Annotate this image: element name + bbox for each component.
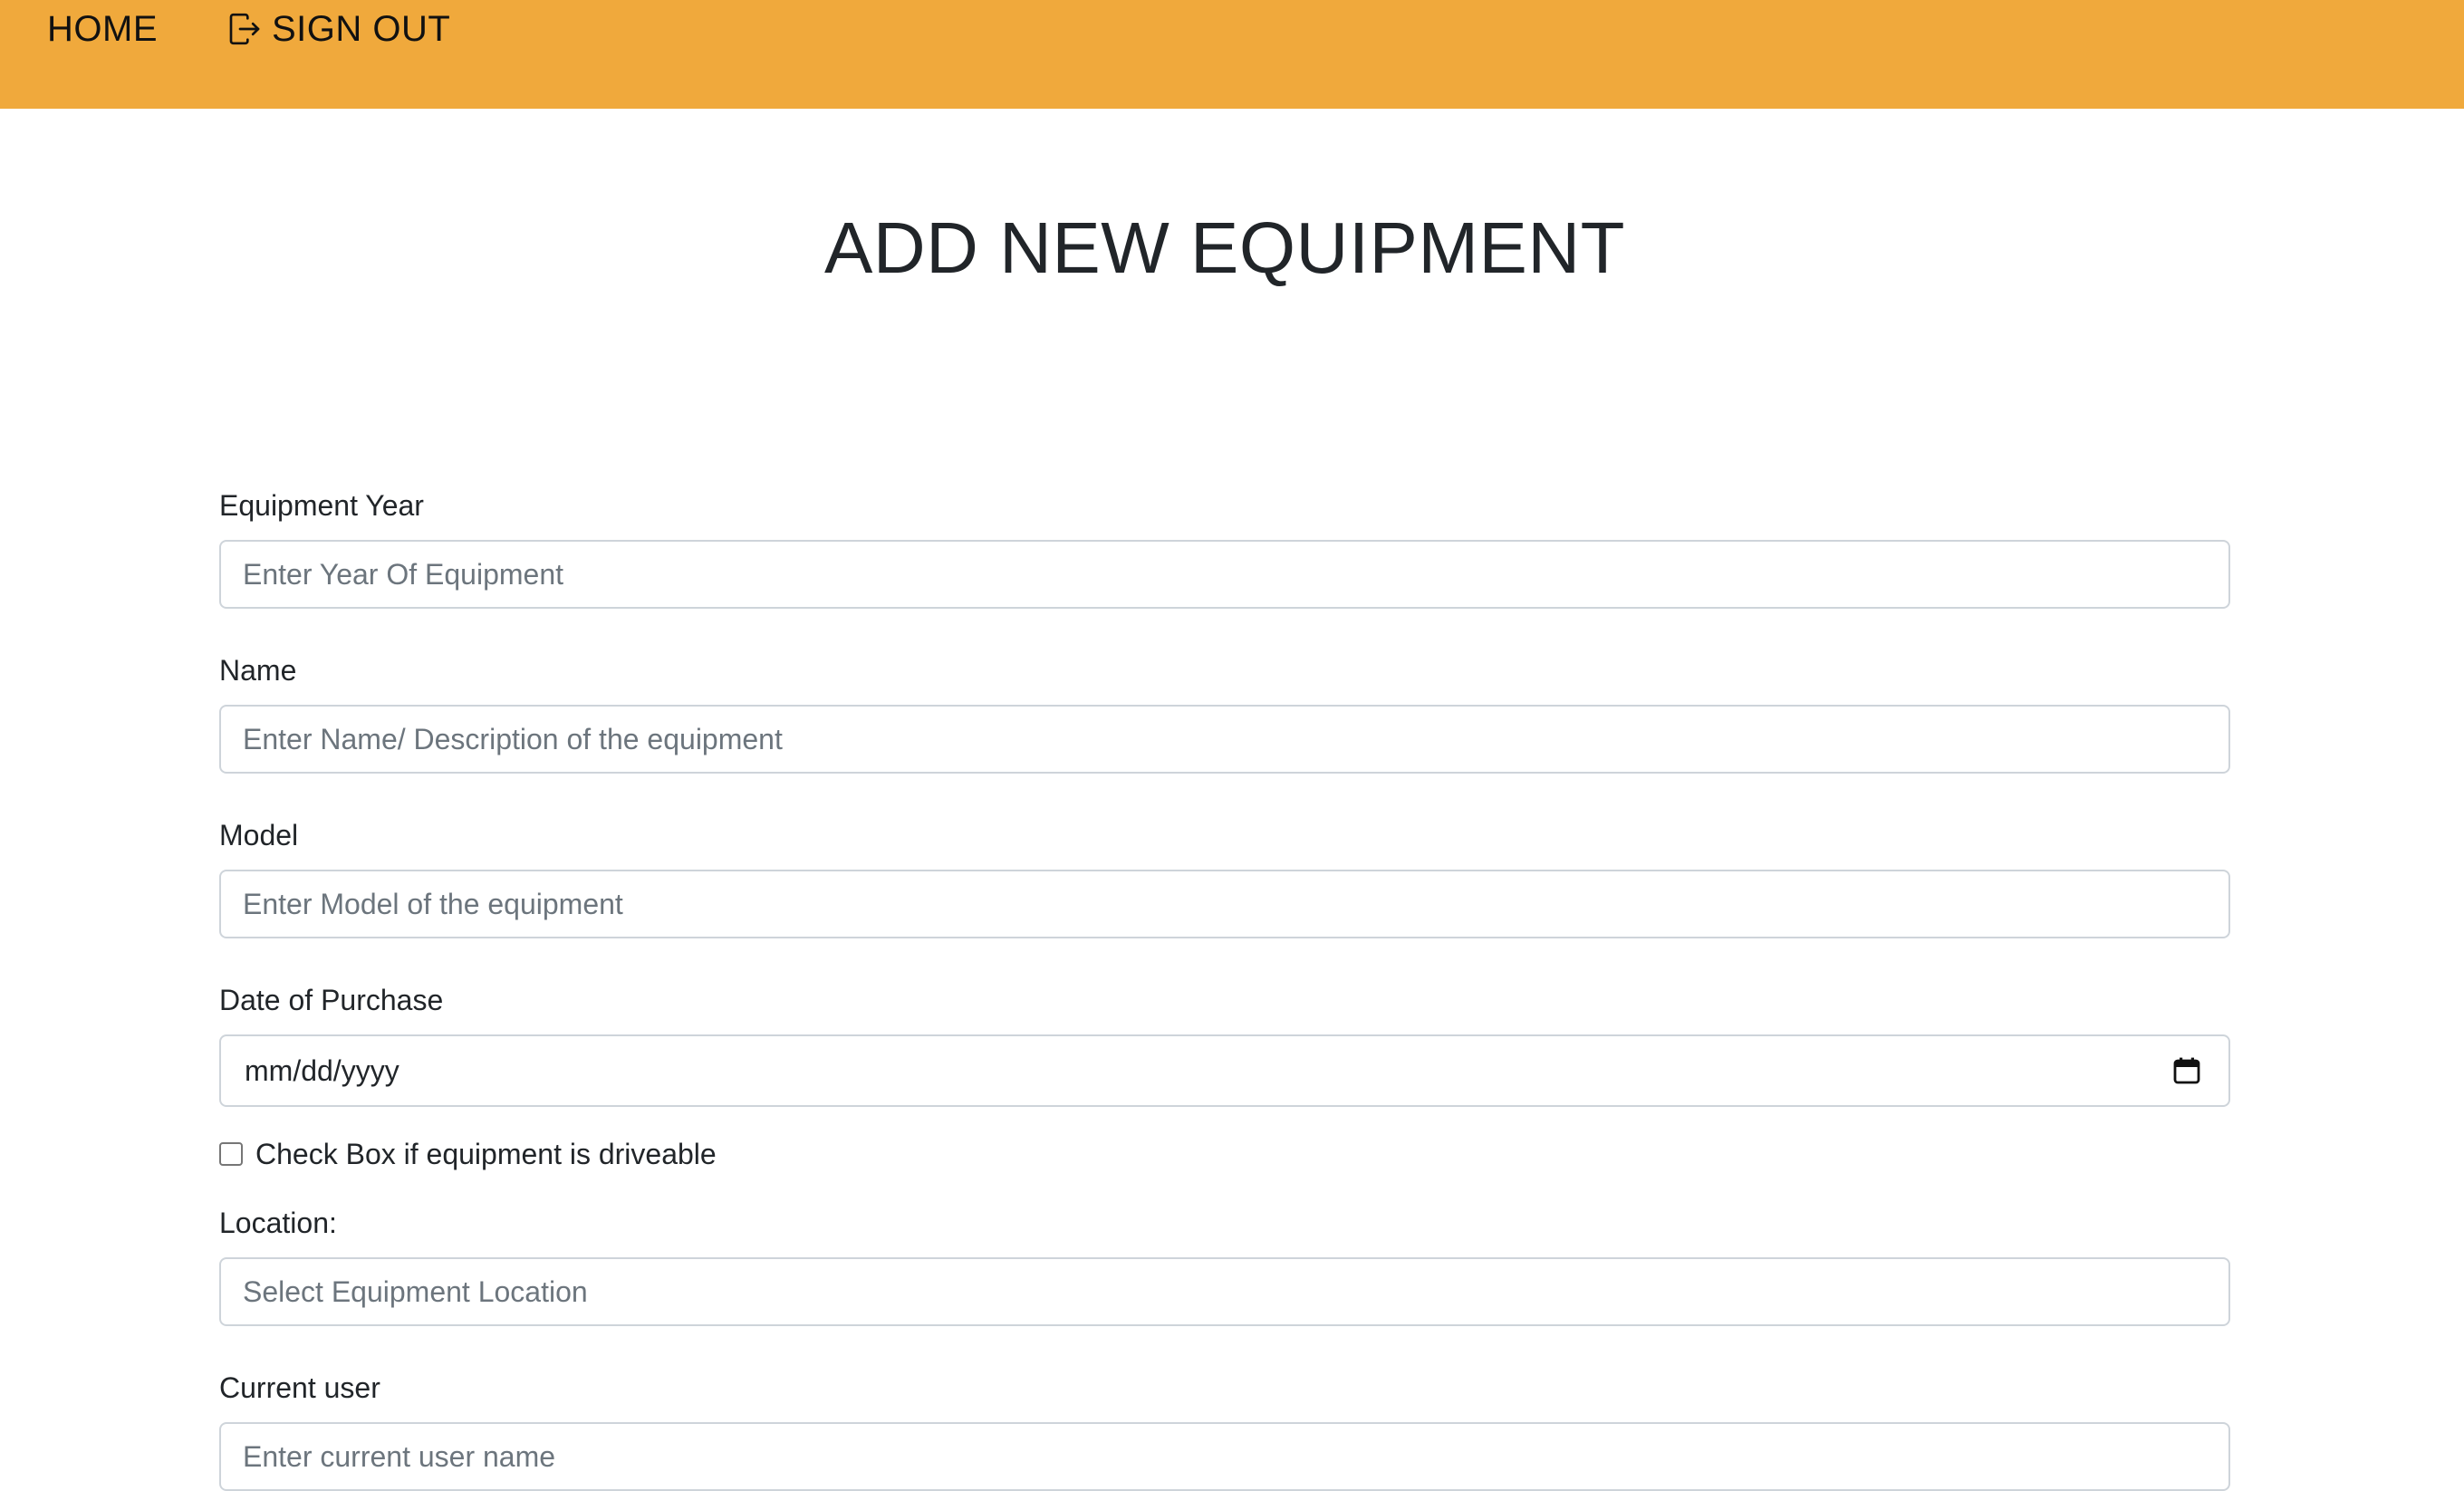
model-input[interactable] bbox=[219, 870, 2230, 938]
calendar-icon[interactable] bbox=[2172, 1056, 2201, 1085]
current-user-input[interactable] bbox=[219, 1422, 2230, 1491]
location-label: Location: bbox=[219, 1207, 337, 1239]
equipment-year-label: Equipment Year bbox=[219, 489, 424, 522]
location-group: Location: bbox=[219, 1198, 2230, 1326]
driveable-row: Check Box if equipment is driveable bbox=[219, 1127, 2230, 1181]
current-user-group: Current user bbox=[219, 1362, 2230, 1491]
model-group: Model bbox=[219, 810, 2230, 938]
sign-out-label: SIGN OUT bbox=[272, 8, 451, 49]
purchase-date-input[interactable]: mm/dd/yyyy bbox=[219, 1034, 2230, 1107]
name-label: Name bbox=[219, 654, 297, 687]
equipment-year-input[interactable] bbox=[219, 540, 2230, 609]
sign-out-icon bbox=[225, 9, 265, 49]
location-input[interactable] bbox=[219, 1257, 2230, 1326]
name-group: Name bbox=[219, 645, 2230, 774]
purchase-date-label: Date of Purchase bbox=[219, 984, 444, 1016]
add-equipment-form: Equipment Year Name Model Date of Purcha… bbox=[219, 480, 2230, 1491]
home-link-label: HOME bbox=[47, 8, 158, 49]
current-user-label: Current user bbox=[219, 1371, 380, 1404]
purchase-date-value: mm/dd/yyyy bbox=[245, 1054, 399, 1087]
home-link[interactable]: HOME bbox=[47, 7, 158, 51]
purchase-date-group: Date of Purchase mm/dd/yyyy bbox=[219, 975, 2230, 1107]
model-label: Model bbox=[219, 819, 299, 851]
name-input[interactable] bbox=[219, 705, 2230, 774]
equipment-year-group: Equipment Year bbox=[219, 480, 2230, 609]
driveable-checkbox[interactable] bbox=[219, 1142, 243, 1166]
sign-out-link[interactable]: SIGN OUT bbox=[225, 7, 450, 51]
driveable-label: Check Box if equipment is driveable bbox=[255, 1137, 717, 1170]
top-navbar: HOME SIGN OUT bbox=[0, 0, 2464, 109]
page-title: ADD NEW EQUIPMENT bbox=[823, 207, 1626, 288]
